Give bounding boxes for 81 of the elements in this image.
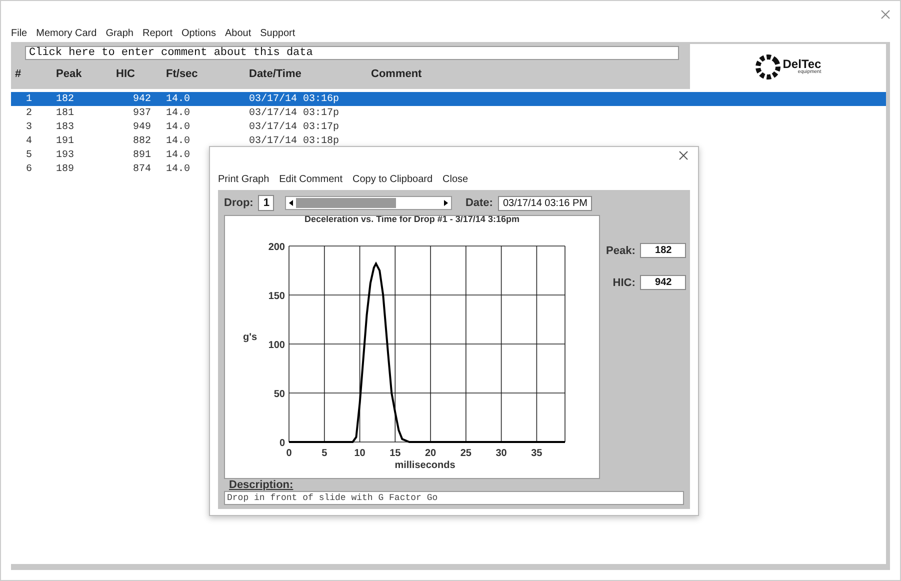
y-tick-label: 100	[268, 340, 285, 351]
list-cell-text: 182	[56, 94, 76, 104]
list-cell-text: 14.0	[166, 108, 192, 118]
list-cell-text: 949	[132, 122, 152, 132]
list-cell-text: 14.0	[166, 122, 192, 132]
date-field[interactable]: 03/17/14 03:16 PM	[498, 196, 592, 210]
comment-field[interactable]: Click here to enter comment about this data	[25, 46, 679, 60]
list-cell-text: 5	[25, 150, 34, 160]
list-cell-text: 03/17/14 03:18p	[249, 136, 340, 146]
menu-item[interactable]: Copy to Clipboard	[352, 174, 433, 185]
ring-logo-icon	[754, 54, 781, 80]
hic-label: HIC:	[612, 276, 636, 288]
list-cell-text: 937	[132, 108, 152, 118]
x-tick-label: 35	[531, 448, 542, 459]
list-row[interactable]: 3 183 949 14.0 03/17/14 03:17p	[11, 120, 886, 134]
close-icon[interactable]	[881, 10, 890, 18]
list-cell-text: 4	[25, 136, 34, 146]
list-row[interactable]: 2 181 937 14.0 03/17/14 03:17p	[11, 106, 886, 120]
x-tick-label: 25	[460, 448, 472, 459]
list-cell-text: 3	[25, 122, 34, 132]
list-cell-text: 03/17/14 03:16p	[249, 94, 340, 104]
menu-item[interactable]: Options	[182, 28, 216, 39]
list-cell-text: 14.0	[166, 150, 192, 160]
logo-name: DelTec	[782, 58, 822, 70]
list-cell-text: 03/17/14 03:17p	[249, 108, 340, 118]
list-cell-text: 882	[132, 136, 152, 146]
list-cell-text: 6	[25, 164, 34, 174]
menu-item[interactable]: File	[11, 28, 28, 39]
x-tick-label: 10	[354, 448, 366, 459]
list-cell-text: 183	[56, 122, 76, 132]
list-cell-text: 14.0	[166, 164, 192, 174]
scroll-bar[interactable]	[285, 196, 452, 210]
hic-field[interactable]: 942	[640, 275, 686, 290]
list-cell-text: 1	[25, 94, 34, 104]
x-tick-label: 0	[286, 448, 292, 459]
list-row[interactable]: 1 182 942 14.0 03/17/14 03:16p	[11, 92, 886, 106]
list-cell-text: 191	[56, 136, 76, 146]
menu-item[interactable]: Graph	[106, 28, 134, 39]
column-header: HIC	[116, 68, 136, 80]
list-cell-text: 942	[132, 94, 152, 104]
menu-item[interactable]: Support	[260, 28, 296, 39]
list-cell-text: 2	[25, 108, 34, 118]
list-cell-text: 874	[132, 164, 152, 174]
y-tick-label: 50	[274, 389, 285, 400]
column-header: Date/Time	[249, 68, 302, 80]
x-tick-label: 15	[390, 448, 401, 459]
list-cell-text: 14.0	[166, 136, 192, 146]
peak-label: Peak:	[606, 244, 636, 256]
list-cell-text: 891	[132, 150, 152, 160]
y-tick-label: 200	[268, 242, 285, 253]
menu-item[interactable]: Memory Card	[36, 28, 97, 39]
list-cell-text: 189	[56, 164, 76, 174]
x-tick-label: 30	[496, 448, 507, 459]
list-cell-text: 193	[56, 150, 76, 160]
list-cell-text: 181	[56, 108, 76, 118]
close-icon[interactable]	[679, 151, 688, 160]
drop-field[interactable]: 1	[258, 195, 274, 211]
description-label: Description:	[228, 479, 294, 491]
menu-item[interactable]: Print Graph	[218, 174, 270, 185]
menu-item[interactable]: Report	[142, 28, 173, 39]
description-field[interactable]: Drop in front of slide with G Factor Go	[224, 491, 684, 505]
y-axis-label: g's	[243, 332, 258, 343]
date-label: Date:	[465, 197, 493, 209]
column-header: Peak	[56, 68, 83, 80]
menu-item[interactable]: About	[224, 28, 252, 39]
list-cell-text: 03/17/14 03:17p	[249, 122, 340, 132]
drop-label: Drop:	[224, 197, 254, 209]
peak-field[interactable]: 182	[640, 243, 686, 258]
column-header: #	[14, 68, 22, 80]
menu-item[interactable]: Edit Comment	[279, 174, 342, 185]
list-row[interactable]: 4 191 882 14.0 03/17/14 03:18p	[11, 134, 886, 148]
x-tick-label: 20	[424, 448, 436, 459]
x-axis-label: milliseconds	[394, 460, 456, 471]
menu-item[interactable]: Close	[442, 174, 468, 185]
column-header: Ft/sec	[166, 68, 199, 80]
list-cell-text: 14.0	[166, 94, 192, 104]
y-tick-label: 0	[279, 438, 285, 449]
scroll-thumb[interactable]	[296, 198, 396, 208]
x-tick-label: 5	[322, 448, 328, 459]
column-header: Comment	[371, 68, 423, 80]
y-tick-label: 150	[268, 291, 285, 302]
